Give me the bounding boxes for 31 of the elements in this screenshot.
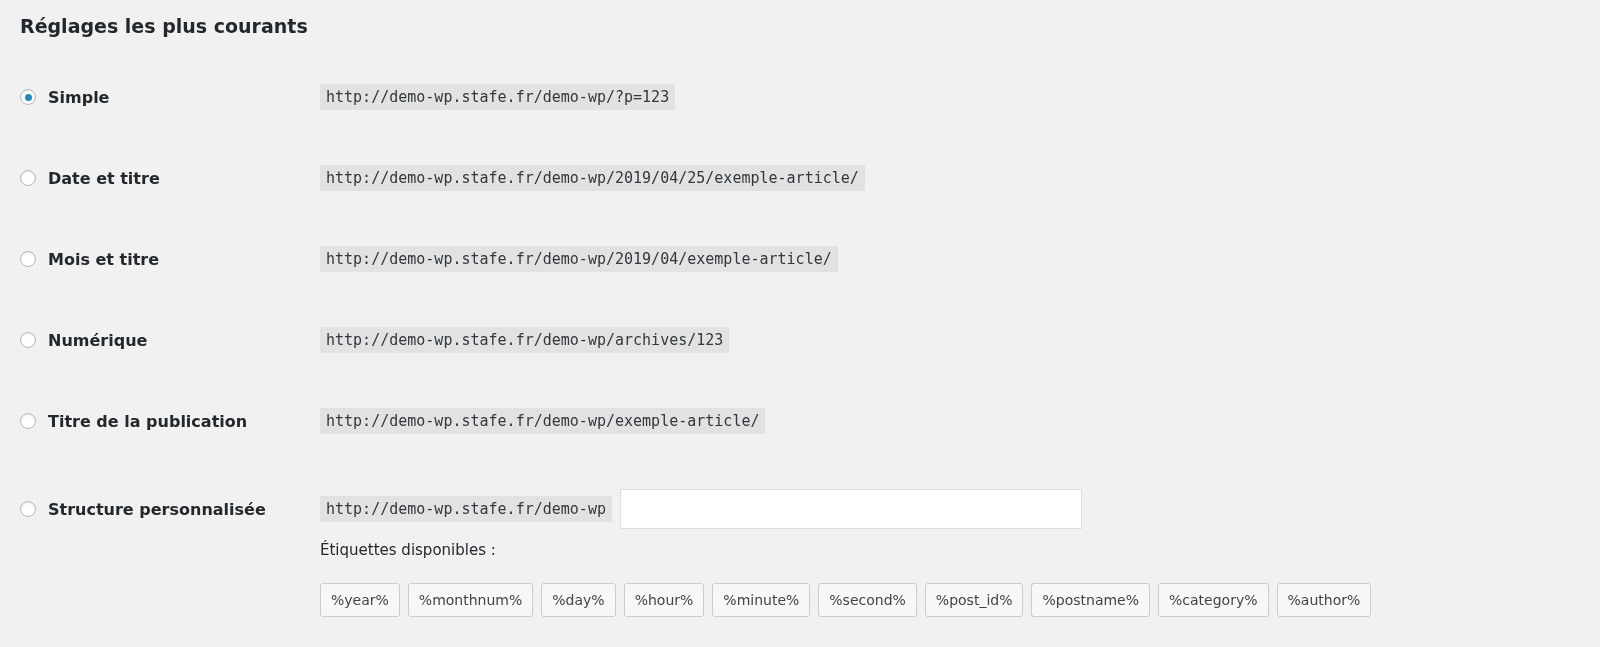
url-example: http://demo-wp.stafe.fr/demo-wp/2019/04/25/exemple-article/ — [320, 165, 865, 191]
tag-button[interactable]: %post_id% — [924, 583, 1024, 617]
tag-button[interactable]: %second% — [818, 583, 917, 617]
url-example: http://demo-wp.stafe.fr/demo-wp/exemple-article/ — [320, 408, 766, 434]
url-example: http://demo-wp.stafe.fr/demo-wp/archives/123 — [320, 327, 730, 353]
tags-label: Étiquettes disponibles : — [320, 541, 497, 559]
structure-input-field[interactable] — [619, 489, 1082, 529]
radio-button[interactable] — [20, 501, 36, 517]
url-example: http://demo-wp.stafe.fr/demo-wp/?p=123 — [320, 84, 676, 110]
radio-button[interactable] — [20, 89, 36, 105]
tag-button[interactable]: %day% — [541, 583, 616, 617]
section-heading: Réglages les plus courants — [20, 14, 309, 39]
radio-button[interactable] — [20, 332, 36, 348]
option-label: Date et titre — [48, 168, 160, 188]
tag-button[interactable]: %year% — [320, 583, 400, 617]
tag-button[interactable]: %postname% — [1031, 583, 1151, 617]
radio-button[interactable] — [20, 170, 36, 186]
option-label: Numérique — [48, 330, 148, 350]
tag-button[interactable]: %minute% — [712, 583, 811, 617]
tag-button[interactable]: %hour% — [623, 583, 705, 617]
tag-button[interactable]: %category% — [1158, 583, 1269, 617]
radio-button[interactable] — [20, 413, 36, 429]
option-label: Mois et titre — [48, 249, 160, 269]
url-prefix: http://demo-wp.stafe.fr/demo-wp — [320, 496, 612, 522]
tag-button[interactable]: %author% — [1276, 583, 1372, 617]
tag-button[interactable]: %monthnum% — [407, 583, 534, 617]
url-example: http://demo-wp.stafe.fr/demo-wp/2019/04/exemple-article/ — [320, 246, 838, 272]
option-label: Titre de la publication — [48, 411, 248, 431]
option-label: Structure personnalisée — [48, 499, 266, 519]
option-label: Simple — [48, 87, 110, 107]
radio-button[interactable] — [20, 251, 36, 267]
